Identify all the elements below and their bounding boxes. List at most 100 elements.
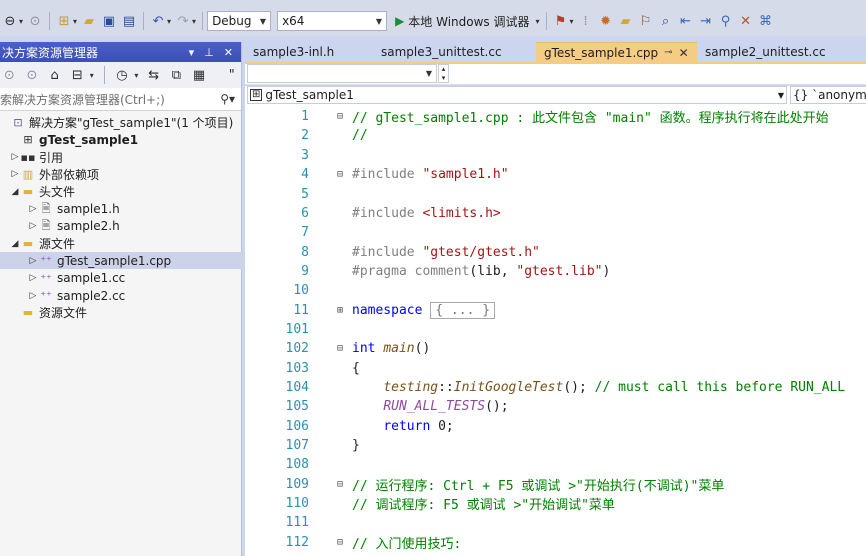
back-dropdown-icon[interactable]: ▾ xyxy=(19,17,23,26)
code-line[interactable]: 108 xyxy=(245,455,866,474)
code-line[interactable]: 110 // 调试程序: F5 或调试 >"开始调试"菜单 xyxy=(245,494,866,513)
expand-icon[interactable]: ▷ xyxy=(28,221,38,231)
tab-sample3-unittest-cc[interactable]: sample3_unittest.cc xyxy=(373,42,536,62)
hot-reload-icon[interactable]: ⚑ xyxy=(551,11,571,31)
tree-item[interactable]: ⊡ 解决方案"gTest_sample1"(1 个项目) xyxy=(0,114,240,131)
sync-icon[interactable]: ⇆ xyxy=(144,65,163,85)
forward-icon[interactable]: ⊙ xyxy=(23,65,42,85)
tree-item[interactable]: ▷ ▥ 外部依赖项 xyxy=(0,166,250,183)
switch-views-dropdown-icon[interactable]: ▾ xyxy=(90,71,94,80)
code-editor[interactable]: 1 ⊟ // gTest_sample1.cpp : 此文件包含 "main" 函数… xyxy=(245,105,866,556)
close-icon[interactable]: ✕ xyxy=(224,46,233,59)
home-icon[interactable]: ⌂ xyxy=(45,65,64,85)
tree-item[interactable]: ▷ 🗎 sample2.h xyxy=(0,218,268,235)
collapse-all-icon[interactable]: ⧉ xyxy=(167,65,186,85)
code-line[interactable]: 103 { xyxy=(245,359,866,378)
pin-tab-icon[interactable]: ⊸ xyxy=(664,47,672,58)
new-item-dropdown-icon[interactable]: ▾ xyxy=(73,17,77,26)
pending-dropdown-icon[interactable]: ▾ xyxy=(134,71,138,80)
expand-icon[interactable]: ▷ xyxy=(28,273,38,283)
run-dropdown-icon[interactable]: ▾ xyxy=(536,17,540,26)
fold-toggle-icon[interactable]: ⊟ xyxy=(337,343,343,354)
expand-icon[interactable]: ▷ xyxy=(28,256,38,266)
next-bookmark-icon[interactable]: ⇥ xyxy=(696,11,716,31)
expand-icon[interactable]: ▷ xyxy=(28,204,38,214)
code-line[interactable]: 8 #include "gtest/gtest.h" xyxy=(245,242,866,261)
fold-toggle-icon[interactable]: ⊟ xyxy=(337,537,343,548)
undo-dropdown-icon[interactable]: ▾ xyxy=(167,17,171,26)
code-line[interactable]: 9 #pragma comment(lib, "gtest.lib") xyxy=(245,262,866,281)
tree-item[interactable]: ▬ 资源文件 xyxy=(0,304,250,321)
tree-item[interactable]: ▷ ⁺⁺ sample1.cc xyxy=(0,270,268,287)
close-tab-icon[interactable]: ✕ xyxy=(679,46,689,60)
project-select[interactable]: ⊞ gTest_sample1 ▼ xyxy=(247,86,787,104)
folder-icon[interactable]: ▰ xyxy=(616,11,636,31)
fold-toggle-icon[interactable]: ⊟ xyxy=(337,169,343,180)
fold-toggle-icon[interactable]: ⊟ xyxy=(337,479,343,490)
toggle-bookmark-icon[interactable]: ⚲ xyxy=(716,11,736,31)
code-line[interactable]: 10 xyxy=(245,281,866,300)
start-debugging-button[interactable]: ▶ 本地 Windows 调试器 ▾ xyxy=(395,13,541,30)
code-line[interactable]: 112 ⊟ // 入门使用技巧: xyxy=(245,533,866,552)
code-line[interactable]: 111 xyxy=(245,513,866,532)
code-line[interactable]: 7 xyxy=(245,223,866,242)
file-scope-select[interactable]: ▼ xyxy=(247,64,437,83)
tree-item[interactable]: ▷ ▪▪ 引用 xyxy=(0,149,250,166)
fold-toggle-icon[interactable]: ⊟ xyxy=(337,111,343,122)
configuration-select[interactable]: Debug ▼ xyxy=(207,11,272,31)
code-line[interactable]: 106 return 0; xyxy=(245,417,866,436)
more-options-icon[interactable]: " xyxy=(222,65,241,85)
tree-item[interactable]: ◢ ▬ 源文件 xyxy=(0,235,250,252)
undo-icon[interactable]: ↶ xyxy=(148,11,168,31)
code-line[interactable]: 3 xyxy=(245,146,866,165)
tree-item[interactable]: ▷ ⁺⁺ sample2.cc xyxy=(0,287,268,304)
tree-item[interactable]: ◢ ▬ 头文件 xyxy=(0,183,250,200)
code-line[interactable]: 2 // xyxy=(245,126,866,145)
code-line[interactable]: 102 ⊟ int main() xyxy=(245,339,866,358)
code-line[interactable]: 107} xyxy=(245,436,866,455)
prev-bookmark-icon[interactable]: ⇤ xyxy=(676,11,696,31)
solution-search-box[interactable]: 索解决方案资源管理器(Ctrl+;) ⚲▾ xyxy=(0,88,241,111)
more-icon[interactable]: ▾ xyxy=(570,17,574,26)
search-icon[interactable]: ⚲▾ xyxy=(220,92,235,106)
code-line[interactable]: 101 xyxy=(245,320,866,339)
code-line[interactable]: 1 ⊟ // gTest_sample1.cpp : 此文件包含 "main" 函数… xyxy=(245,107,866,126)
bookmark-icon[interactable]: ⚐ xyxy=(636,11,656,31)
expand-icon[interactable]: ▷ xyxy=(10,169,20,179)
scope-select[interactable]: {} `anonymo xyxy=(790,86,866,104)
platform-select[interactable]: x64 ▼ xyxy=(277,11,388,31)
code-line[interactable]: 4 ⊟ #include "sample1.h" xyxy=(245,165,866,184)
pending-changes-icon[interactable]: ◷ xyxy=(113,65,132,85)
find-icon[interactable]: ⌕ xyxy=(656,11,676,31)
split-view-button[interactable]: ▴ ▾ xyxy=(438,64,449,83)
back-icon[interactable]: ⊖ xyxy=(0,11,20,31)
code-line[interactable]: 6 #include <limits.h> xyxy=(245,204,866,223)
expand-icon[interactable]: ▷ xyxy=(28,291,38,301)
pin-icon[interactable]: ⊥ xyxy=(204,46,214,59)
code-line[interactable]: 104 testing::InitGoogleTest(); // must c… xyxy=(245,378,866,397)
code-line[interactable]: 105 RUN_ALL_TESTS(); xyxy=(245,397,866,416)
back-icon[interactable]: ⊙ xyxy=(0,65,19,85)
show-all-files-icon[interactable]: ▦ xyxy=(190,65,209,85)
forward-icon[interactable]: ⊙ xyxy=(25,11,45,31)
tree-item[interactable]: ▷ ⁺⁺ gTest_sample1.cpp xyxy=(0,252,268,270)
clear-bookmarks-icon[interactable]: ✕ xyxy=(736,11,756,31)
save-icon[interactable]: ▣ xyxy=(99,11,119,31)
code-line[interactable]: 109 ⊟ // 运行程序: Ctrl + F5 或调试 >"开始执行(不调试)"菜… xyxy=(245,475,866,494)
switch-views-icon[interactable]: ⊟ xyxy=(68,65,87,85)
fold-toggle-icon[interactable]: ⊞ xyxy=(337,305,343,316)
new-item-icon[interactable]: ⊞ xyxy=(54,11,74,31)
collapse-icon[interactable]: ◢ xyxy=(10,187,20,197)
redo-icon[interactable]: ↷ xyxy=(173,11,193,31)
tab-sample3-inl-h[interactable]: sample3-inl.h xyxy=(245,42,373,62)
code-line[interactable]: 11 ⊞ namespace { ... } xyxy=(245,301,866,320)
collapse-icon[interactable]: ◢ xyxy=(10,239,20,249)
redo-dropdown-icon[interactable]: ▾ xyxy=(192,17,196,26)
tree-item[interactable]: ⊞ gTest_sample1 xyxy=(0,131,250,148)
extension-icon[interactable]: ⌘ xyxy=(756,11,776,31)
tree-item[interactable]: ▷ 🗎 sample1.h xyxy=(0,201,268,218)
expand-icon[interactable]: ▷ xyxy=(10,152,20,162)
settings-icon[interactable]: ✹ xyxy=(596,11,616,31)
tab-sample2-unittest-cc[interactable]: sample2_unittest.cc xyxy=(697,42,866,62)
open-folder-icon[interactable]: ▰ xyxy=(79,11,99,31)
